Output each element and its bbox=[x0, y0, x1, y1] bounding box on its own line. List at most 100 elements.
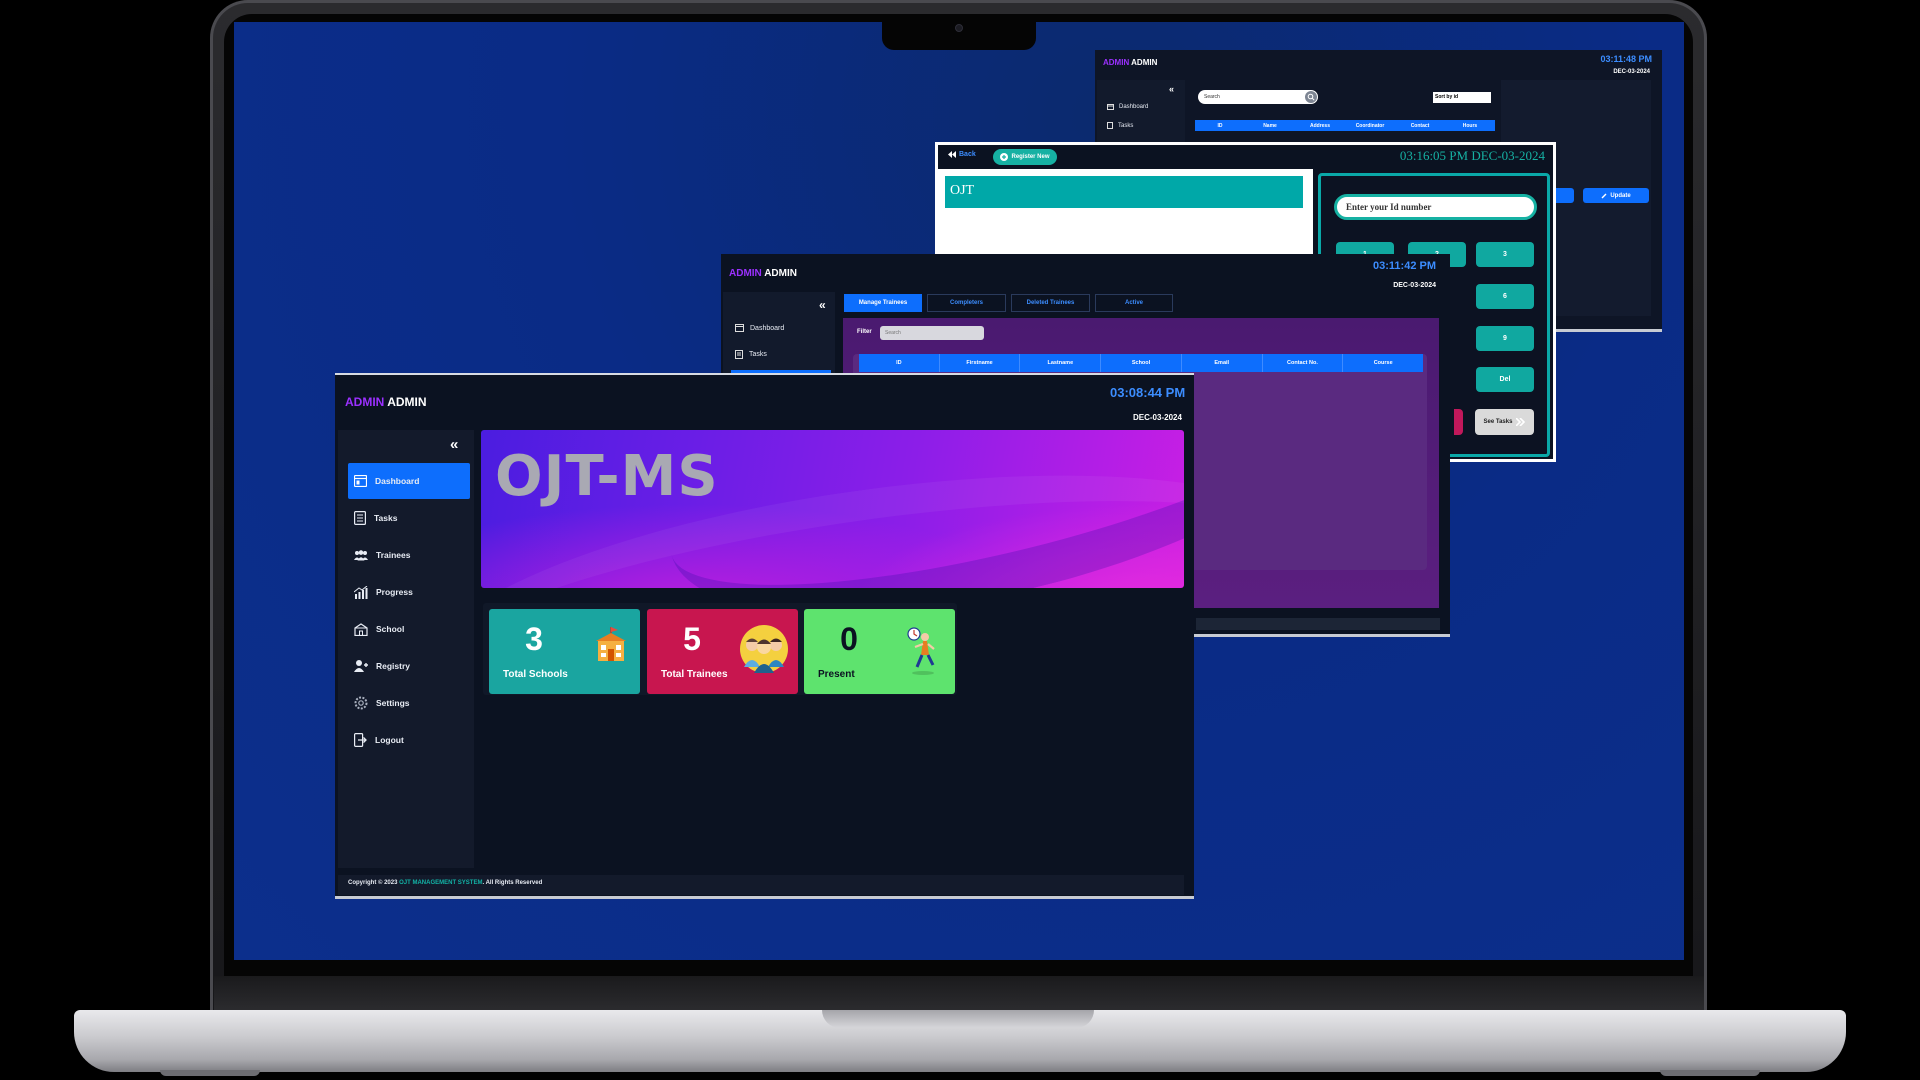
laptop-foot bbox=[1660, 1070, 1760, 1076]
footer-rights: . All Rights Reserved bbox=[482, 880, 543, 886]
sidebar-item-label: Trainees bbox=[376, 550, 411, 560]
clock: 03:11:48 PM bbox=[1600, 54, 1652, 64]
id-number-input[interactable]: Enter your Id number bbox=[1334, 194, 1537, 220]
key-del[interactable]: Del bbox=[1476, 367, 1534, 392]
see-tasks-button[interactable]: See Tasks bbox=[1475, 409, 1534, 435]
date: DEC-03-2024 bbox=[1393, 282, 1436, 289]
stat-card-schools[interactable]: 3 Total Schools bbox=[489, 609, 640, 694]
logout-icon bbox=[354, 733, 367, 747]
sidebar-item-tasks[interactable]: Tasks bbox=[348, 500, 470, 536]
sidebar: « Dashboard Tasks Trainees Progress Scho… bbox=[338, 430, 474, 868]
key-6[interactable]: 6 bbox=[1476, 284, 1534, 309]
column-header: School bbox=[1101, 354, 1182, 372]
column-header: Coordinator bbox=[1355, 122, 1385, 129]
tab-completers[interactable]: Completers bbox=[927, 294, 1006, 312]
sort-select[interactable]: Sort by id bbox=[1433, 92, 1491, 103]
collapse-sidebar-icon[interactable]: « bbox=[450, 436, 458, 453]
filter-label: Filter bbox=[857, 329, 872, 335]
column-header: Contact No. bbox=[1263, 354, 1344, 372]
double-chevron-right-icon bbox=[1516, 418, 1526, 426]
collapse-icon[interactable]: « bbox=[819, 298, 826, 312]
register-label: Register New bbox=[1011, 154, 1050, 160]
footer: Copyright © 2023 OJT MANAGEMENT SYSTEM. … bbox=[338, 875, 1184, 895]
sidebar-item-settings[interactable]: Settings bbox=[348, 685, 470, 721]
sidebar-item-label: Settings bbox=[376, 698, 410, 708]
back-button[interactable]: Back bbox=[948, 151, 976, 158]
stat-value: 3 bbox=[525, 621, 543, 657]
sidebar-item-dashboard[interactable]: Dashboard bbox=[1107, 104, 1148, 110]
sidebar-item-label: Logout bbox=[375, 735, 404, 745]
ojt-banner: OJT bbox=[945, 176, 1303, 208]
sidebar-item-label: School bbox=[376, 624, 405, 634]
sidebar-item-trainees[interactable]: Trainees bbox=[348, 537, 470, 573]
tasks-icon bbox=[1107, 122, 1113, 129]
update-button[interactable]: Update bbox=[1583, 188, 1649, 203]
trainees-icon bbox=[354, 549, 368, 560]
laptop-mockup: ADMIN ADMIN 03:11:48 PM DEC-03-2024 « Da… bbox=[0, 0, 1920, 1080]
column-header: Firstname bbox=[940, 354, 1021, 372]
brand-accent: ADMIN bbox=[345, 395, 385, 409]
key-3[interactable]: 3 bbox=[1476, 242, 1534, 267]
hero-banner: OJT-MS bbox=[481, 430, 1184, 588]
footer-brand-link[interactable]: OJT MANAGEMENT SYSTEM bbox=[399, 880, 482, 886]
brand-accent: ADMIN bbox=[1103, 58, 1130, 67]
sidebar-item-tasks[interactable]: Tasks bbox=[1107, 122, 1133, 129]
search-placeholder: Search bbox=[1204, 94, 1220, 100]
stat-label: Total Trainees bbox=[661, 669, 728, 680]
column-header: Email bbox=[1182, 354, 1263, 372]
pencil-icon bbox=[1601, 193, 1607, 198]
dashboard-icon bbox=[1107, 104, 1114, 110]
sidebar-item-logout[interactable]: Logout bbox=[348, 722, 470, 758]
hero-title: OJT-MS bbox=[495, 444, 719, 509]
back-arrow-icon bbox=[948, 151, 956, 158]
stat-label: Present bbox=[818, 669, 855, 680]
sidebar-item-label: Dashboard bbox=[375, 476, 420, 486]
search-input[interactable]: Search bbox=[1198, 90, 1318, 104]
school-building-icon bbox=[596, 627, 626, 661]
search-icon[interactable] bbox=[1305, 91, 1317, 103]
pink-button[interactable] bbox=[1454, 409, 1463, 435]
settings-icon bbox=[354, 696, 368, 710]
date: DEC-03-2024 bbox=[1613, 69, 1650, 75]
sidebar-item-label: Tasks bbox=[1118, 122, 1134, 129]
column-header: Contact bbox=[1410, 122, 1430, 129]
brand: ADMIN ADMIN bbox=[729, 268, 797, 279]
stat-value: 0 bbox=[840, 621, 858, 657]
sidebar-item-school[interactable]: School bbox=[348, 611, 470, 647]
tab-deleted-trainees[interactable]: Deleted Trainees bbox=[1011, 294, 1090, 312]
scrollbar[interactable] bbox=[1196, 618, 1440, 630]
brand: ADMIN ADMIN bbox=[345, 395, 427, 409]
sidebar-item-label: Progress bbox=[376, 587, 413, 597]
tab-manage-trainees[interactable]: Manage Trainees bbox=[844, 294, 922, 312]
column-header: Address bbox=[1309, 122, 1330, 129]
school-icon bbox=[354, 622, 368, 636]
column-header: Course bbox=[1373, 360, 1393, 366]
table-header: ID Name Address Coordinator Contact Hour… bbox=[1195, 120, 1495, 131]
laptop-foot bbox=[160, 1070, 260, 1076]
column-header: Lastname bbox=[1020, 354, 1102, 372]
brand: ADMIN ADMIN bbox=[1103, 58, 1157, 67]
tab-active[interactable]: Active bbox=[1095, 294, 1173, 312]
key-9[interactable]: 9 bbox=[1476, 326, 1534, 351]
sidebar-item-label: Tasks bbox=[749, 351, 767, 358]
sidebar-item-dashboard[interactable]: Dashboard bbox=[348, 463, 470, 499]
search-input[interactable]: Search bbox=[880, 326, 984, 340]
hero-decoration bbox=[642, 430, 1184, 588]
clock: 03:11:42 PM bbox=[1373, 260, 1436, 272]
stat-label: Total Schools bbox=[503, 669, 568, 680]
stat-card-trainees[interactable]: 5 Total Trainees bbox=[647, 609, 798, 694]
collapse-icon[interactable]: « bbox=[1169, 84, 1174, 94]
sidebar-item-registry[interactable]: Registry bbox=[348, 648, 470, 684]
column-header: Name bbox=[1263, 122, 1277, 129]
register-new-button[interactable]: Register New bbox=[993, 149, 1057, 165]
trackpad-notch bbox=[822, 1010, 1094, 1028]
sidebar-item-label: Registry bbox=[376, 661, 411, 671]
stat-card-present[interactable]: 0 Present bbox=[804, 609, 955, 694]
people-icon bbox=[740, 625, 788, 673]
sidebar-item-label: Dashboard bbox=[1119, 104, 1149, 110]
dashboard-window: ADMIN ADMIN 03:08:44 PM DEC-03-2024 « Da… bbox=[335, 373, 1194, 899]
column-header: Hours bbox=[1462, 122, 1478, 129]
sidebar-item-tasks[interactable]: Tasks bbox=[735, 350, 767, 359]
sidebar-item-dashboard[interactable]: Dashboard bbox=[735, 324, 784, 332]
sidebar-item-progress[interactable]: Progress bbox=[348, 574, 470, 610]
